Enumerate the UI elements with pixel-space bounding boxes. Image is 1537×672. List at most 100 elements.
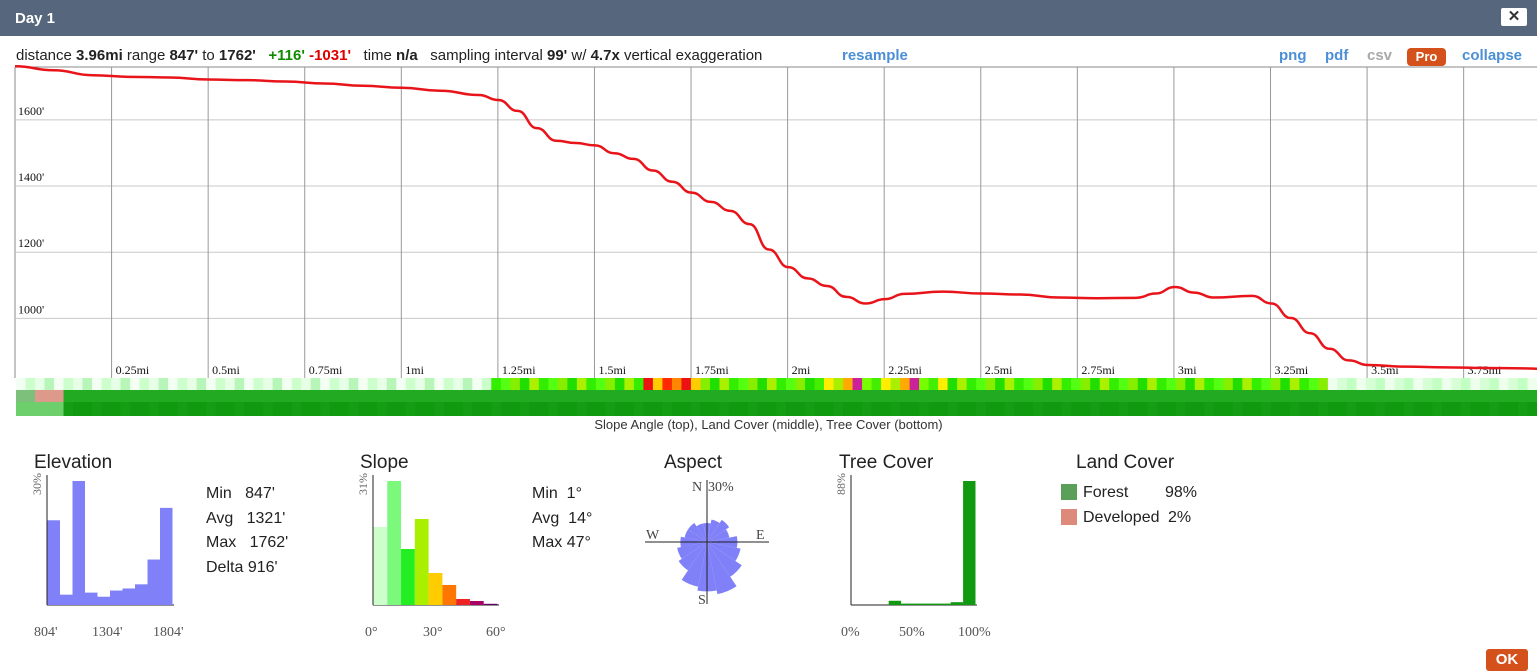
land-cover-strip-cell [1242,390,1253,402]
land-cover-strip-cell [329,390,340,402]
slope-strip-cell [1346,378,1357,390]
slope-strip-cell [301,378,312,390]
slope-strip-cell [985,378,996,390]
tree-cover-strip-cell [795,402,806,416]
tree-cover-strip-cell [538,402,549,416]
land-cover-forest-value: 98% [1165,484,1198,501]
tree-cover-bar [901,603,914,605]
tree-cover-strip-cell [1479,402,1490,416]
tree-cover-strip-cell [329,402,340,416]
land-cover-strip-cell [1090,390,1101,402]
tree-cover-strip-cell [1460,402,1471,416]
land-cover-strip-cell [25,390,36,402]
tree-cover-strip-cell [1337,402,1348,416]
slope-strip-cell [1004,378,1015,390]
tree-cover-strip-cell [985,402,996,416]
land-cover-developed-label: Developed [1083,509,1160,526]
land-cover-strip-cell [377,390,388,402]
land-cover-strip-cell [101,390,112,402]
land-cover-strip-cell [253,390,264,402]
land-cover-strip-cell [206,390,217,402]
slope-strip-cell [443,378,454,390]
slope-strip-cell [253,378,264,390]
profile-x-tick-label: 2mi [792,363,811,377]
ok-button[interactable]: OK [1486,649,1528,671]
slope-strip-cell [805,378,816,390]
tree-cover-strip-cell [158,402,169,416]
slope-strip-cell [358,378,369,390]
slope-strip-cell [1175,378,1186,390]
land-cover-strip-cell [263,390,274,402]
tree-cover-strip-cell [339,402,350,416]
slope-strip-cell [947,378,958,390]
tree-cover-strip-cell [1346,402,1357,416]
tree-cover-strip-cell [557,402,568,416]
elevation-bar [160,507,173,605]
profile-x-tick-label: 2.25mi [888,363,922,377]
slope-strip-cell [833,378,844,390]
land-cover-strip-cell [73,390,84,402]
land-cover-strip-cell [928,390,939,402]
slope-strip-cell [367,378,378,390]
slope-strip-cell [1280,378,1291,390]
land-cover-strip-cell [700,390,711,402]
slope-strip-cell [44,378,55,390]
slope-strip-cell [1128,378,1139,390]
slope-strip-cell [852,378,863,390]
land-cover-strip-cell [1318,390,1329,402]
tree-cover-strip-cell [348,402,359,416]
land-cover-strip-cell [339,390,350,402]
slope-bar [373,527,388,605]
slope-strip-cell [1270,378,1281,390]
slope-strip-cell [187,378,198,390]
tree-cover-strip-cell [434,402,445,416]
slope-strip-cell [871,378,882,390]
land-cover-strip-cell [1156,390,1167,402]
slope-strip-cell [1460,378,1471,390]
tree-cover-strip-cell [320,402,331,416]
land-cover-strip-cell [643,390,654,402]
tree-cover-strip-cell [54,402,65,416]
slope-strip-cell [843,378,854,390]
slope-strip-cell [1356,378,1367,390]
slope-strip-cell [481,378,492,390]
slope-strip-cell [900,378,911,390]
land-cover-strip-cell [1280,390,1291,402]
slope-strip-cell [282,378,293,390]
land-cover-strip-cell [890,390,901,402]
slope-strip-cell [700,378,711,390]
land-cover-strip-cell [1061,390,1072,402]
tree-cover-strip-cell [652,402,663,416]
land-cover-strip-cell [605,390,616,402]
tree-cover-strip-cell [947,402,958,416]
slope-strip-cell [1052,378,1063,390]
land-cover-strip-cell [1232,390,1243,402]
land-cover-strip-cell [310,390,321,402]
slope-strip-cell [1413,378,1424,390]
land-cover-strip-cell [662,390,673,402]
land-cover-strip-cell [396,390,407,402]
land-cover-strip-cell [1527,390,1537,402]
elevation-profile-line [14,65,1537,371]
slope-strip-cell [862,378,873,390]
tree-cover-x-tick: 0% [841,625,860,640]
land-cover-strip-cell [671,390,682,402]
land-cover-strip-cell [301,390,312,402]
elevation-bar [60,594,73,605]
slope-strip-cell [272,378,283,390]
elev-delta-label: Delta [206,558,244,576]
slope-max-label: Max [532,534,563,551]
tree-cover-strip-cell [890,402,901,416]
slope-strip-cell [415,378,426,390]
land-cover-strip-cell [681,390,692,402]
slope-strip-cell [1451,378,1462,390]
slope-strip-cell [1327,378,1338,390]
tree-cover-strip-cell [424,402,435,416]
slope-strip-cell [1365,378,1376,390]
land-cover-strip-cell [938,390,949,402]
slope-bar [401,549,415,605]
slope-strip-cell [453,378,464,390]
slope-strip-cell [1498,378,1509,390]
tree-cover-strip-cell [1137,402,1148,416]
tree-cover-strip-cell [405,402,416,416]
